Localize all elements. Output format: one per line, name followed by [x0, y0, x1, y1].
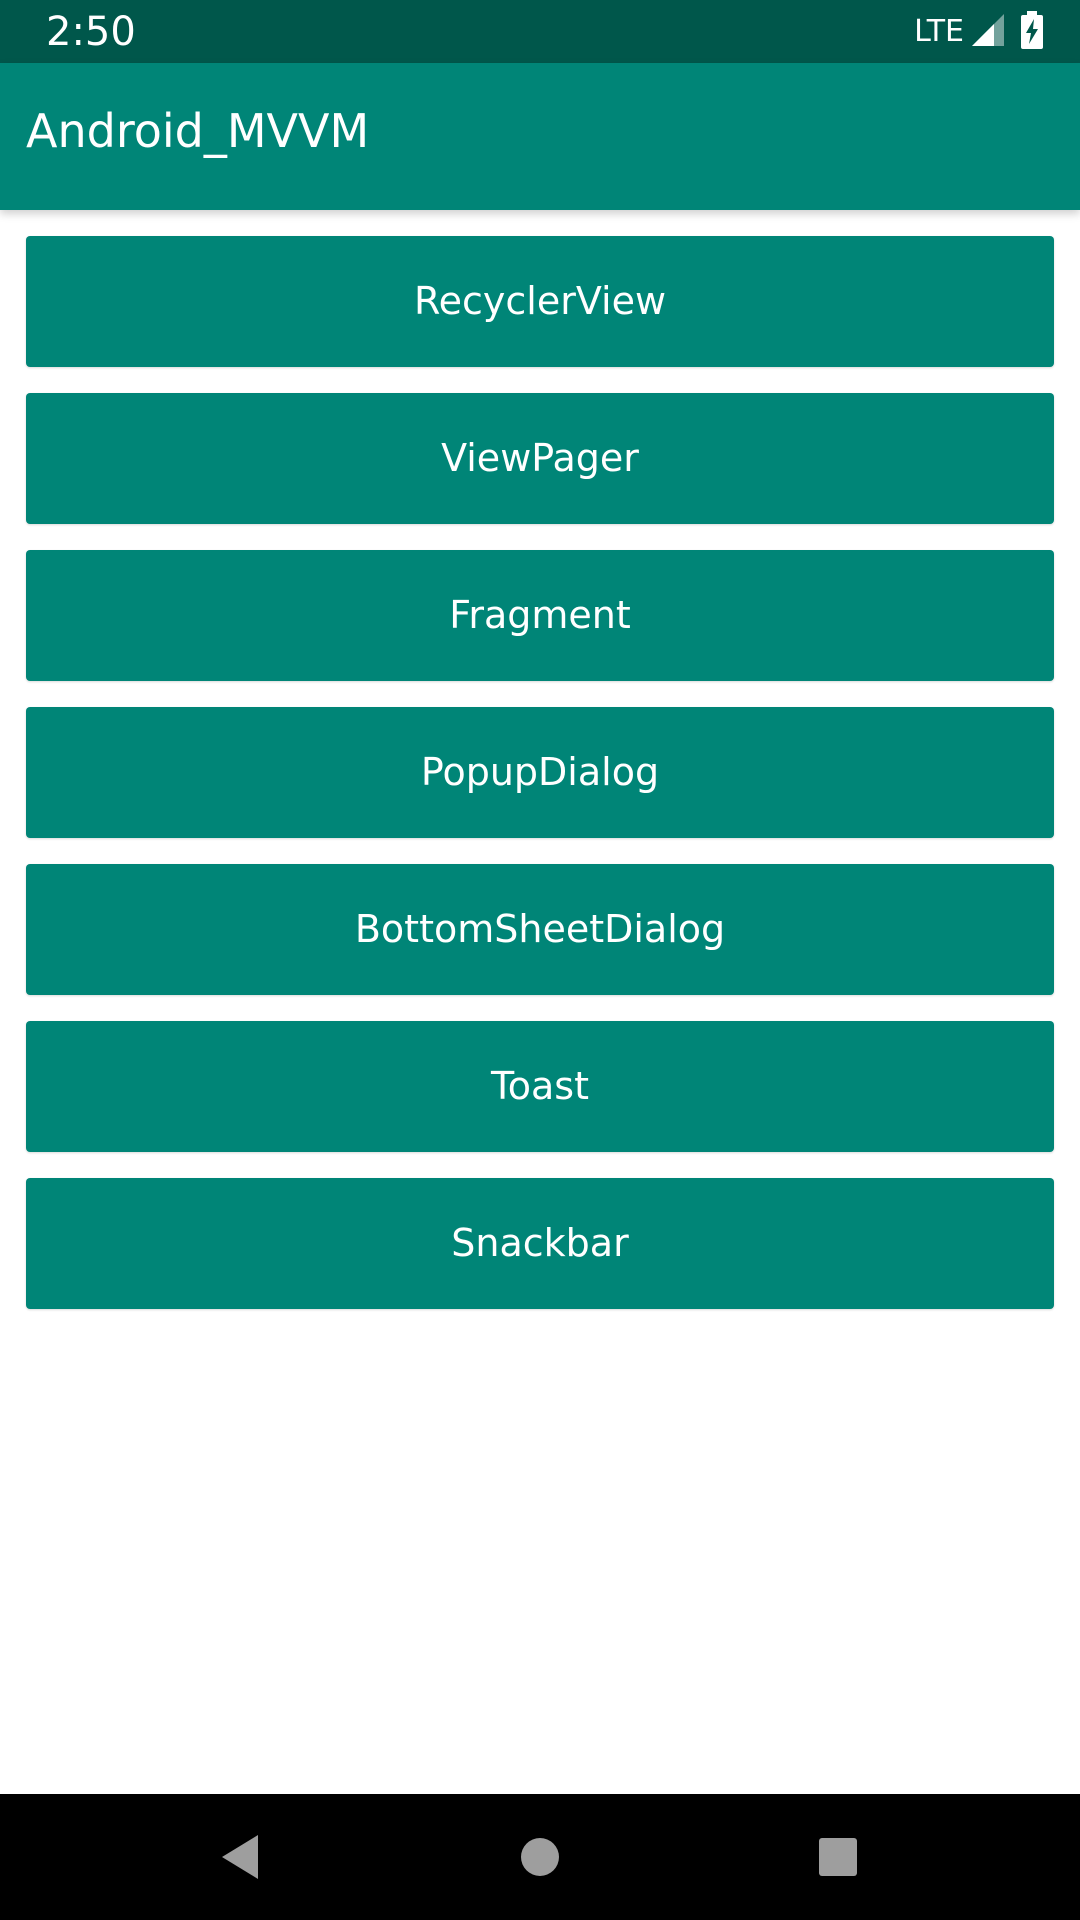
button-list: RecyclerView ViewPager Fragment PopupDia… — [26, 236, 1054, 1335]
status-icons: LTE — [914, 10, 1044, 54]
app-title: Android_MVVM — [26, 104, 370, 158]
status-time: 2:50 — [46, 9, 136, 55]
battery-charging-icon — [1020, 10, 1044, 54]
navigation-bar — [0, 1794, 1080, 1920]
fragment-button[interactable]: Fragment — [26, 550, 1054, 681]
signal-icon — [970, 12, 1006, 53]
toast-button[interactable]: Toast — [26, 1021, 1054, 1152]
recents-icon[interactable] — [808, 1827, 868, 1887]
snackbar-button[interactable]: Snackbar — [26, 1178, 1054, 1309]
recyclerview-button[interactable]: RecyclerView — [26, 236, 1054, 367]
popup-dialog-button[interactable]: PopupDialog — [26, 707, 1054, 838]
network-type-label: LTE — [914, 14, 964, 49]
bottom-sheet-dialog-button[interactable]: BottomSheetDialog — [26, 864, 1054, 995]
viewpager-button[interactable]: ViewPager — [26, 393, 1054, 524]
back-icon[interactable] — [210, 1827, 270, 1887]
screen: 2:50 LTE Android_MVVM RecyclerView ViewP… — [0, 0, 1080, 1920]
status-bar: 2:50 LTE — [0, 0, 1080, 63]
home-icon[interactable] — [510, 1827, 570, 1887]
app-bar: Android_MVVM — [0, 63, 1080, 210]
